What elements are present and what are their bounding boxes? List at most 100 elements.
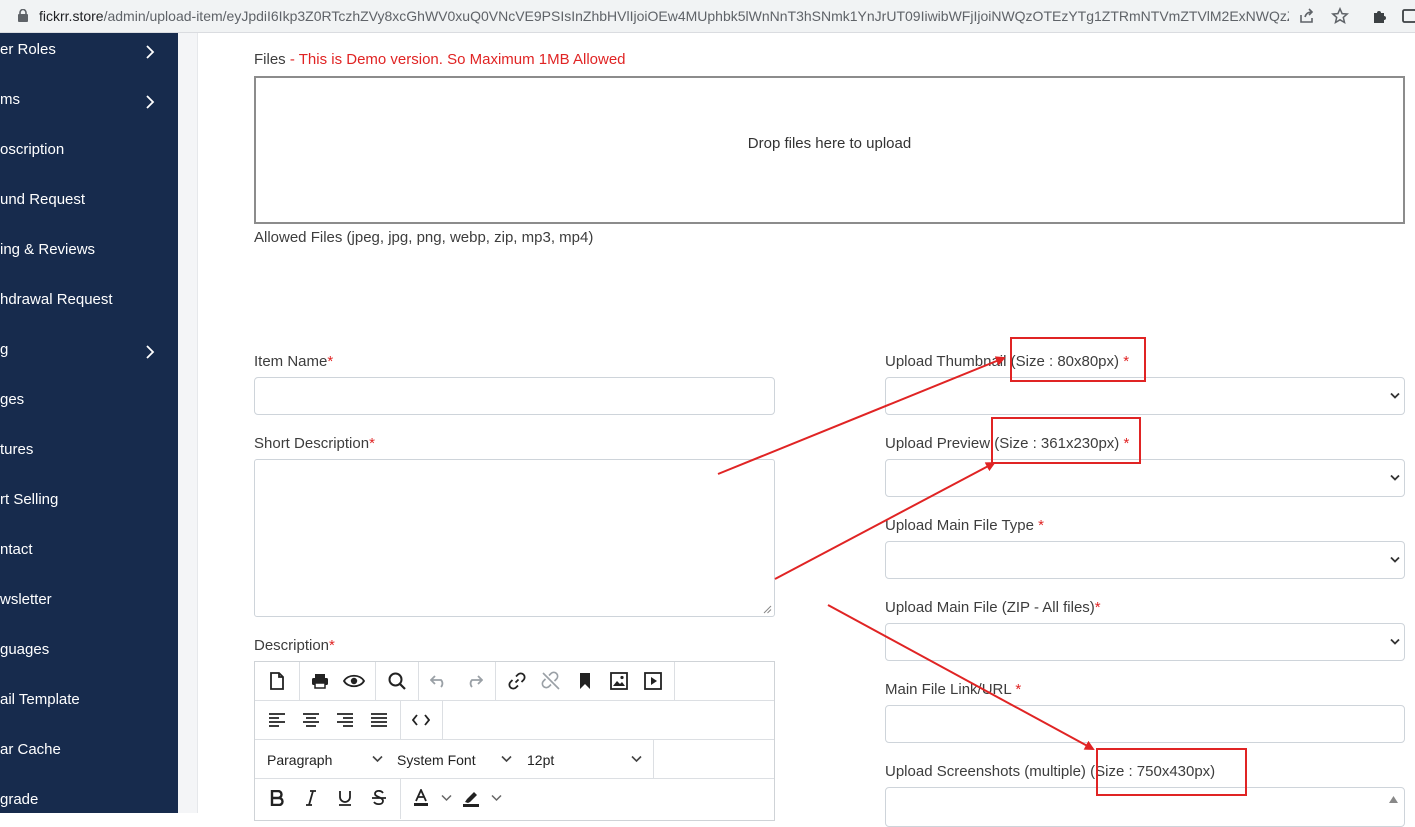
sidebar-item[interactable]: hdrawal Request [0, 287, 178, 317]
files-label-row: Files - This is Demo version. So Maximum… [254, 51, 626, 68]
editor-toolbar-row-3: Paragraph System Font 12pt [255, 740, 774, 779]
chevron-down-icon[interactable] [501, 755, 512, 763]
editor-toolbar-row-1 [255, 662, 774, 701]
star-icon[interactable] [1331, 7, 1349, 25]
image-icon[interactable] [606, 668, 632, 694]
font-size-value: 12pt [527, 752, 555, 768]
description-label: Description* [254, 637, 335, 654]
sidebar-item[interactable]: ntact [0, 537, 178, 567]
scroll-up-icon[interactable] [1389, 796, 1398, 803]
sidebar-item-label: g [0, 341, 9, 358]
sidebar-item[interactable]: guages [0, 637, 178, 667]
align-center-icon[interactable] [298, 707, 324, 733]
screenshots-size-hint: (Size : 750x430px) [1090, 763, 1216, 780]
main-file-link-input[interactable] [885, 705, 1405, 743]
share-icon[interactable] [1298, 7, 1316, 25]
main-file-select[interactable] [885, 623, 1405, 661]
font-family-dropdown[interactable]: System Font [397, 752, 476, 768]
sidebar-item[interactable]: ar Cache [0, 737, 178, 767]
sidebar-item[interactable]: ms [0, 87, 178, 117]
sidebar-item[interactable]: und Request [0, 187, 178, 217]
toolbar-separator [400, 779, 401, 819]
window-icon[interactable] [1400, 7, 1415, 25]
sidebar-item-label: und Request [0, 191, 86, 208]
chevron-down-icon[interactable] [631, 755, 642, 763]
item-name-input[interactable] [254, 377, 775, 415]
sidebar-item[interactable]: g [0, 337, 178, 367]
url-text[interactable]: fickrr.store/admin/upload-item/eyJpdiI6I… [39, 8, 1289, 24]
chevron-down-icon [1390, 474, 1400, 481]
text-color-icon[interactable] [408, 785, 434, 811]
sidebar-item-label: ing & Reviews [0, 241, 96, 258]
print-icon[interactable] [307, 668, 333, 694]
item-name-label-text: Item Name [254, 353, 328, 370]
bookmark-icon[interactable] [572, 668, 598, 694]
sidebar-item[interactable]: er Roles [0, 37, 178, 67]
italic-icon[interactable] [298, 785, 324, 811]
media-icon[interactable] [640, 668, 666, 694]
sidebar-item[interactable]: wsletter [0, 587, 178, 617]
code-icon[interactable] [408, 707, 434, 733]
redo-icon[interactable] [461, 668, 487, 694]
new-document-icon[interactable] [264, 668, 290, 694]
chevron-down-icon[interactable] [491, 794, 502, 802]
demo-notice: This is Demo version. So Maximum 1MB All… [298, 51, 626, 68]
sidebar-item-label: ail Template [0, 691, 80, 708]
upload-preview-select[interactable] [885, 459, 1405, 497]
sidebar-item[interactable]: ing & Reviews [0, 237, 178, 267]
sidebar-item[interactable]: ail Template [0, 687, 178, 717]
screenshots-multiselect[interactable] [885, 787, 1405, 827]
sidebar-item[interactable]: tures [0, 437, 178, 467]
sidebar-item[interactable]: grade [0, 787, 178, 813]
chevron-down-icon[interactable] [372, 755, 383, 763]
sidebar-item-label: er Roles [0, 41, 56, 58]
strikethrough-icon[interactable] [366, 785, 392, 811]
link-icon[interactable] [504, 668, 530, 694]
sidebar-item[interactable]: rt Selling [0, 487, 178, 517]
allowed-files-note: Allowed Files (jpeg, jpg, png, webp, zip… [254, 229, 594, 246]
toolbar-separator [495, 662, 496, 700]
sidebar-item-label: guages [0, 641, 50, 658]
resize-handle-icon[interactable] [763, 605, 772, 614]
block-format-dropdown[interactable]: Paragraph [267, 752, 332, 768]
main-file-type-select[interactable] [885, 541, 1405, 579]
chevron-down-icon [1390, 392, 1400, 399]
undo-icon[interactable] [426, 668, 452, 694]
bold-icon[interactable] [264, 785, 290, 811]
required-mark: * [1038, 517, 1044, 534]
short-description-textarea[interactable] [254, 459, 775, 617]
toolbar-separator [674, 662, 675, 700]
sidebar-item-label: ms [0, 91, 20, 108]
align-left-icon[interactable] [264, 707, 290, 733]
unlink-icon[interactable] [538, 668, 564, 694]
font-size-dropdown[interactable]: 12pt [527, 752, 554, 768]
sidebar-item-label: ntact [0, 541, 33, 558]
upload-thumbnail-label: Upload Thumbnail (Size : 80x80px) * [885, 353, 1129, 370]
main-file-label: Upload Main File (ZIP - All files)* [885, 599, 1101, 616]
sidebar-item[interactable]: ges [0, 387, 178, 417]
short-description-label: Short Description* [254, 435, 375, 452]
highlight-color-icon[interactable] [458, 785, 484, 811]
main-file-type-label-text: Upload Main File Type [885, 517, 1034, 534]
sidebar-item[interactable]: oscription [0, 137, 178, 167]
align-right-icon[interactable] [332, 707, 358, 733]
search-icon[interactable] [384, 668, 410, 694]
description-label-text: Description [254, 637, 330, 654]
sidebar-item-label: ar Cache [0, 741, 61, 758]
screenshots-label: Upload Screenshots (multiple) (Size : 75… [885, 763, 1215, 780]
preview-icon[interactable] [341, 668, 367, 694]
screenshots-label-text: Upload Screenshots (multiple) [885, 763, 1086, 780]
file-dropzone[interactable]: Drop files here to upload [254, 76, 1405, 224]
sidebar-gutter [178, 33, 198, 813]
underline-icon[interactable] [332, 785, 358, 811]
align-justify-icon[interactable] [366, 707, 392, 733]
sidebar-item-label: grade [0, 791, 39, 808]
lock-icon [18, 9, 28, 22]
upload-thumbnail-select[interactable] [885, 377, 1405, 415]
sidebar-item-label: wsletter [0, 591, 52, 608]
chevron-down-icon[interactable] [441, 794, 452, 802]
sidebar-item-label: tures [0, 441, 34, 458]
editor-toolbar-row-4 [255, 779, 774, 819]
extensions-icon[interactable] [1371, 7, 1389, 25]
browser-address-bar[interactable]: fickrr.store/admin/upload-item/eyJpdiI6I… [0, 0, 1415, 33]
